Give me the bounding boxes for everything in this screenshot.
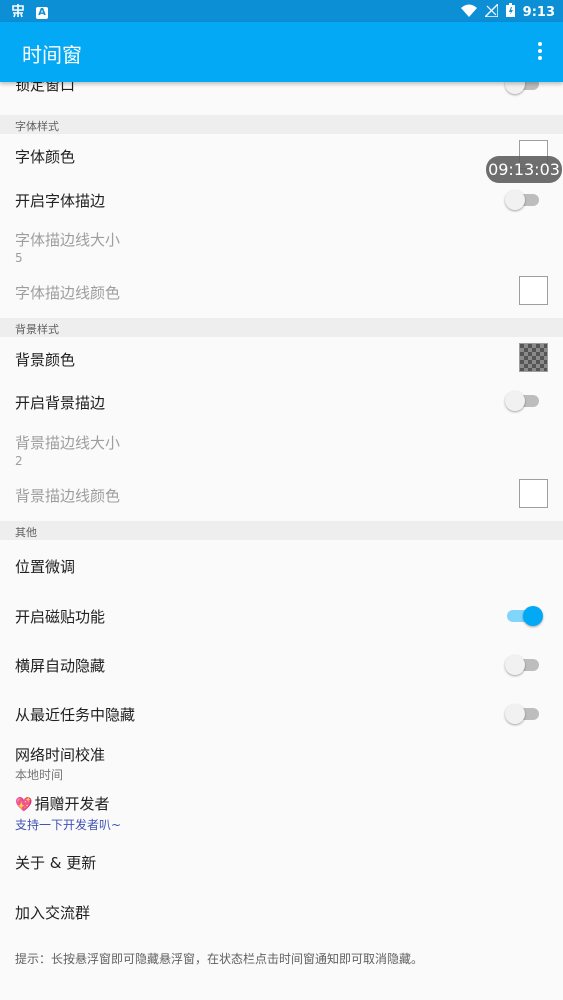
a-icon: A bbox=[36, 6, 48, 19]
bg-stroke-toggle[interactable] bbox=[505, 391, 539, 411]
recents-hide-row[interactable]: 从最近任务中隐藏 bbox=[0, 690, 563, 740]
recents-hide-toggle[interactable] bbox=[505, 704, 539, 724]
signal-icon bbox=[482, 1, 499, 21]
bg-stroke-color-row[interactable]: 背景描边线颜色 bbox=[0, 477, 563, 521]
more-vert-icon[interactable] bbox=[537, 42, 543, 62]
section-background-style: 背景样式 bbox=[0, 318, 563, 337]
wifi-icon bbox=[460, 4, 477, 21]
font-stroke-color-row[interactable]: 字体描边线颜色 bbox=[0, 274, 563, 318]
floating-clock[interactable]: 09:13:03 bbox=[486, 156, 562, 183]
battery-icon bbox=[505, 3, 515, 21]
font-stroke-toggle[interactable] bbox=[505, 190, 539, 210]
status-time: 9:13 bbox=[522, 4, 555, 20]
magnet-row[interactable]: 开启磁贴功能 bbox=[0, 590, 563, 640]
font-stroke-row[interactable]: 开启字体描边 bbox=[0, 178, 563, 222]
heart-icon: 💖 bbox=[15, 797, 33, 813]
donate-row[interactable]: 💖 捐赠开发者 支持一下开发者叭~ bbox=[0, 790, 563, 840]
lock-window-row[interactable]: 锁定窗口 bbox=[0, 82, 563, 114]
settings-list[interactable]: 锁定窗口 字体样式 字体颜色 开启字体描边 字体描边线大小 5 字体描边线颜色 … bbox=[0, 82, 563, 1000]
font-stroke-color-swatch[interactable] bbox=[519, 276, 548, 305]
bg-stroke-row[interactable]: 开启背景描边 bbox=[0, 381, 563, 425]
status-bar: A 9:13 bbox=[0, 0, 563, 22]
font-stroke-size-value: 5 bbox=[15, 251, 23, 265]
magnet-toggle[interactable] bbox=[507, 606, 543, 626]
font-stroke-size-row[interactable]: 字体描边线大小 5 bbox=[0, 222, 563, 274]
bg-stroke-color-swatch[interactable] bbox=[519, 479, 548, 508]
landscape-hide-row[interactable]: 横屏自动隐藏 bbox=[0, 640, 563, 690]
bg-color-swatch[interactable] bbox=[519, 343, 548, 372]
donate-subtitle: 支持一下开发者叭~ bbox=[15, 818, 122, 832]
section-other: 其他 bbox=[0, 521, 563, 540]
app-bar: 时间窗 bbox=[0, 22, 563, 82]
bg-color-row[interactable]: 背景颜色 bbox=[0, 337, 563, 381]
about-row[interactable]: 关于 & 更新 bbox=[0, 840, 563, 890]
bg-stroke-size-row[interactable]: 背景描边线大小 2 bbox=[0, 425, 563, 477]
network-time-value: 本地时间 bbox=[15, 768, 64, 782]
network-time-row[interactable]: 网络时间校准 本地时间 bbox=[0, 740, 563, 790]
join-group-row[interactable]: 加入交流群 bbox=[0, 890, 563, 940]
font-color-row[interactable]: 字体颜色 bbox=[0, 134, 563, 178]
hint-text: 提示：长按悬浮窗即可隐藏悬浮窗，在状态栏点击时间窗通知即可取消隐藏。 bbox=[15, 952, 424, 966]
position-adjust-row[interactable]: 位置微调 bbox=[0, 540, 563, 590]
bg-stroke-size-value: 2 bbox=[15, 454, 23, 468]
landscape-hide-toggle[interactable] bbox=[505, 655, 539, 675]
app-title: 时间窗 bbox=[22, 43, 82, 67]
section-font-style: 字体样式 bbox=[0, 115, 563, 134]
lock-window-toggle[interactable] bbox=[505, 82, 539, 94]
bug-icon bbox=[10, 3, 26, 22]
